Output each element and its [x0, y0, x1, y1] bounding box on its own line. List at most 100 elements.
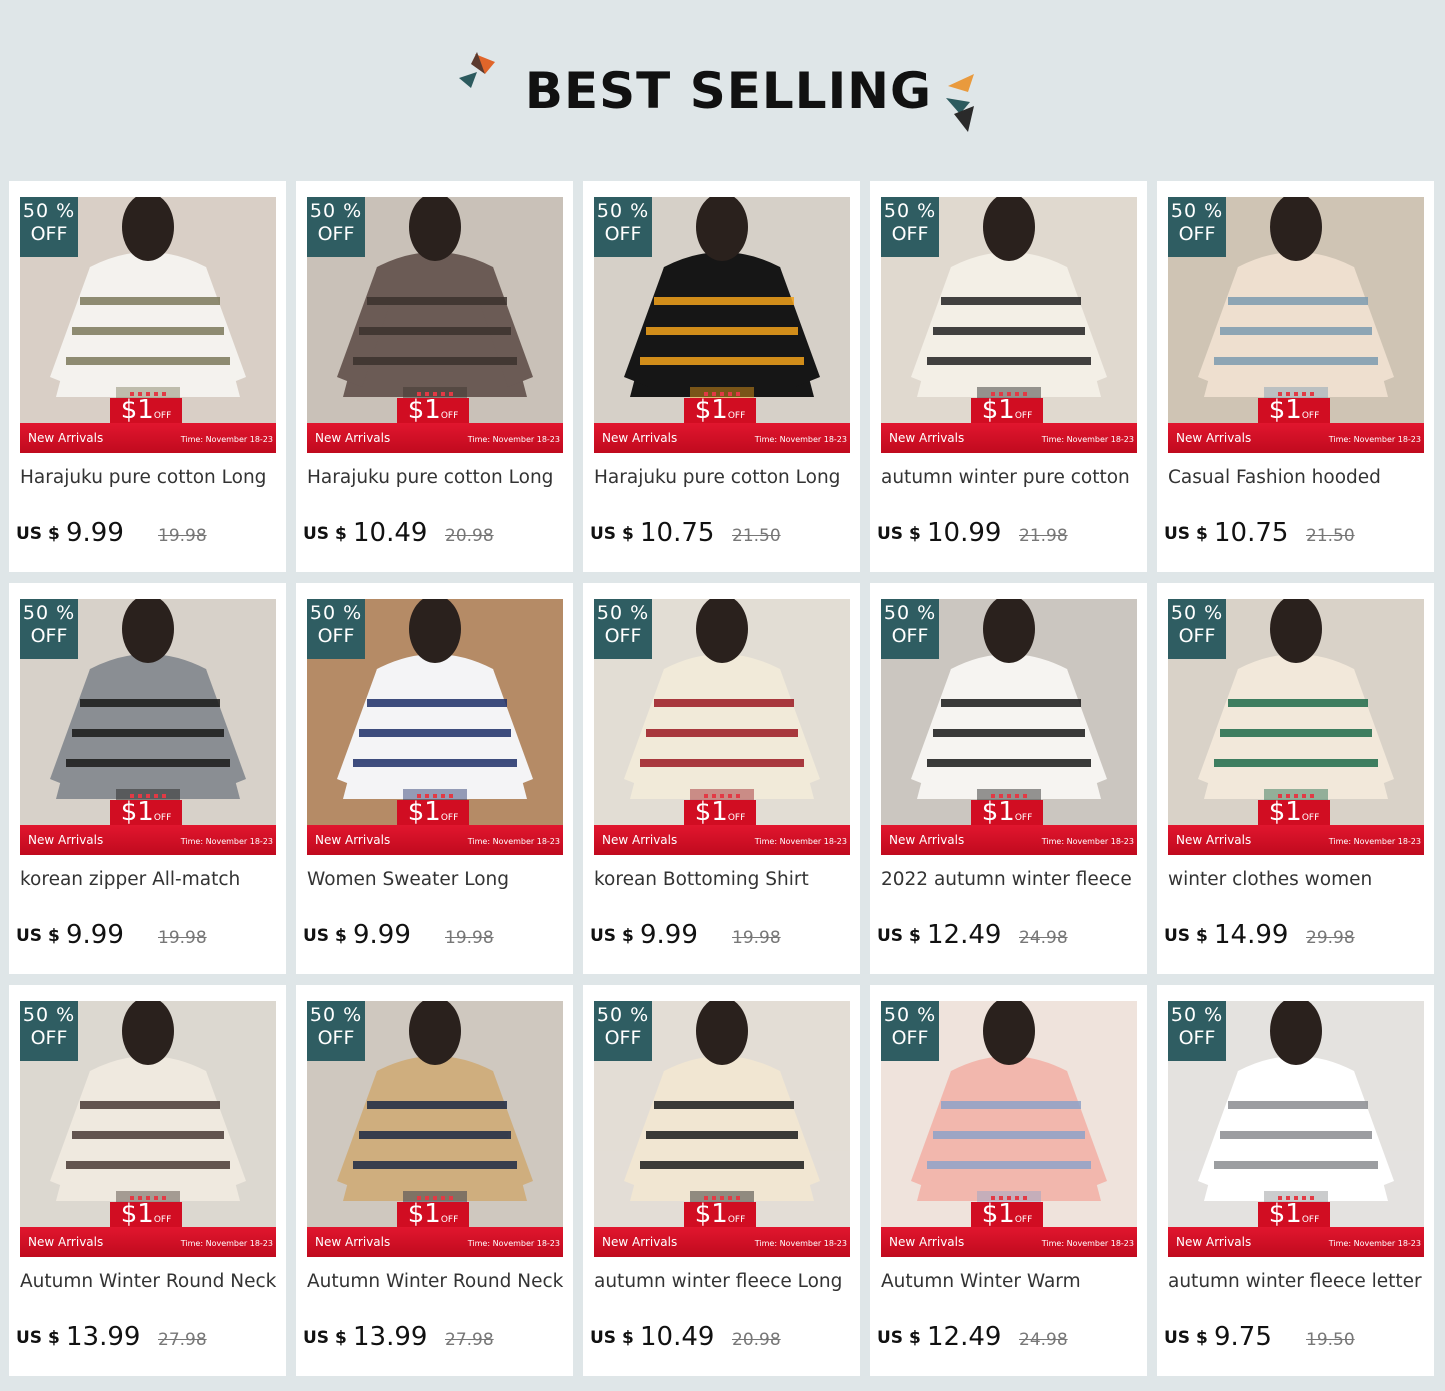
coupon-amount: $1OFF [407, 1199, 459, 1229]
discount-percent: 50 % [22, 1004, 76, 1026]
new-arrivals-banner: New Arrivals Time: November 18-23 [594, 423, 850, 453]
coupon-amount: $1OFF [407, 797, 459, 827]
banner-time: Time: November 18-23 [1041, 837, 1134, 846]
product-image[interactable]: 50 % OFF $1OFF New Arrivals Time: Novemb… [881, 599, 1137, 855]
discount-badge: 50 % OFF [881, 1001, 939, 1061]
discount-percent: 50 % [309, 1004, 363, 1026]
product-card[interactable]: 50 % OFF $1OFF New Arrivals Time: Novemb… [583, 583, 860, 974]
discount-badge: 50 % OFF [1168, 197, 1226, 257]
sale-price: 9.99 [353, 920, 411, 950]
discount-off-label: OFF [317, 1027, 355, 1049]
product-card[interactable]: 50 % OFF $1OFF New Arrivals Time: Novemb… [1157, 985, 1434, 1376]
original-price: 19.50 [1306, 1330, 1355, 1350]
sale-price: 9.99 [66, 518, 124, 548]
banner-label: New Arrivals [315, 833, 391, 847]
product-image[interactable]: 50 % OFF $1OFF New Arrivals Time: Novemb… [594, 197, 850, 453]
currency-label: US $ [590, 1328, 634, 1348]
banner-label: New Arrivals [602, 833, 678, 847]
product-card[interactable]: 50 % OFF $1OFF New Arrivals Time: Novemb… [9, 181, 286, 572]
product-title[interactable]: korean Bottoming Shirt [594, 869, 852, 893]
product-title[interactable]: Women Sweater Long [307, 869, 565, 893]
product-image[interactable]: 50 % OFF $1OFF New Arrivals Time: Novemb… [594, 1001, 850, 1257]
discount-badge: 50 % OFF [307, 1001, 365, 1061]
product-image[interactable]: 50 % OFF $1OFF New Arrivals Time: Novemb… [307, 1001, 563, 1257]
coupon-amount: $1OFF [694, 1199, 746, 1229]
currency-label: US $ [16, 926, 60, 946]
product-card[interactable]: 50 % OFF $1OFF New Arrivals Time: Novemb… [583, 181, 860, 572]
new-arrivals-banner: New Arrivals Time: November 18-23 [1168, 1227, 1424, 1257]
product-card[interactable]: 50 % OFF $1OFF New Arrivals Time: Novemb… [870, 583, 1147, 974]
discount-badge: 50 % OFF [307, 197, 365, 257]
new-arrivals-banner: New Arrivals Time: November 18-23 [20, 423, 276, 453]
currency-label: US $ [877, 926, 921, 946]
original-price: 21.50 [732, 526, 781, 546]
discount-badge: 50 % OFF [881, 599, 939, 659]
product-title[interactable]: winter clothes women [1168, 869, 1426, 893]
product-title[interactable]: Autumn Winter Warm [881, 1271, 1139, 1295]
banner-time: Time: November 18-23 [1328, 435, 1421, 444]
banner-label: New Arrivals [889, 431, 965, 445]
discount-off-label: OFF [891, 223, 929, 245]
page-header: BEST SELLING [0, 0, 1445, 175]
product-title[interactable]: autumn winter fleece letter [1168, 1271, 1426, 1295]
product-image[interactable]: 50 % OFF $1OFF New Arrivals Time: Novemb… [594, 599, 850, 855]
discount-percent: 50 % [1170, 1004, 1224, 1026]
product-title[interactable]: Autumn Winter Round Neck [307, 1271, 565, 1295]
discount-percent: 50 % [883, 200, 937, 222]
banner-label: New Arrivals [315, 431, 391, 445]
product-card[interactable]: 50 % OFF $1OFF New Arrivals Time: Novemb… [9, 583, 286, 974]
product-image[interactable]: 50 % OFF $1OFF New Arrivals Time: Novemb… [20, 1001, 276, 1257]
new-arrivals-banner: New Arrivals Time: November 18-23 [881, 825, 1137, 855]
product-card[interactable]: 50 % OFF $1OFF New Arrivals Time: Novemb… [870, 181, 1147, 572]
product-title[interactable]: 2022 autumn winter fleece [881, 869, 1139, 893]
banner-label: New Arrivals [602, 1235, 678, 1249]
sale-price: 10.49 [353, 518, 428, 548]
product-card[interactable]: 50 % OFF $1OFF New Arrivals Time: Novemb… [1157, 583, 1434, 974]
sale-price: 9.99 [640, 920, 698, 950]
discount-off-label: OFF [604, 625, 642, 647]
discount-badge: 50 % OFF [881, 197, 939, 257]
product-image[interactable]: 50 % OFF $1OFF New Arrivals Time: Novemb… [20, 197, 276, 453]
banner-time: Time: November 18-23 [1041, 1239, 1134, 1248]
coupon-amount: $1OFF [1268, 1199, 1320, 1229]
product-title[interactable]: Autumn Winter Round Neck [20, 1271, 278, 1295]
product-title[interactable]: korean zipper All-match [20, 869, 278, 893]
right-triangle-decoration [946, 74, 974, 132]
currency-label: US $ [1164, 524, 1208, 544]
coupon-amount: $1OFF [120, 1199, 172, 1229]
sale-price: 10.75 [1214, 518, 1289, 548]
product-image[interactable]: 50 % OFF $1OFF New Arrivals Time: Novemb… [881, 1001, 1137, 1257]
product-card[interactable]: 50 % OFF $1OFF New Arrivals Time: Novemb… [296, 583, 573, 974]
product-title[interactable]: Harajuku pure cotton Long [307, 467, 565, 491]
product-image[interactable]: 50 % OFF $1OFF New Arrivals Time: Novemb… [1168, 1001, 1424, 1257]
product-title[interactable]: Harajuku pure cotton Long [594, 467, 852, 491]
product-title[interactable]: autumn winter fleece Long [594, 1271, 852, 1295]
coupon-amount: $1OFF [981, 797, 1033, 827]
product-image[interactable]: 50 % OFF $1OFF New Arrivals Time: Novemb… [20, 599, 276, 855]
product-card[interactable]: 50 % OFF $1OFF New Arrivals Time: Novemb… [9, 985, 286, 1376]
product-image[interactable]: 50 % OFF $1OFF New Arrivals Time: Novemb… [1168, 599, 1424, 855]
discount-off-label: OFF [317, 223, 355, 245]
discount-badge: 50 % OFF [20, 197, 78, 257]
product-title[interactable]: Casual Fashion hooded [1168, 467, 1426, 491]
product-card[interactable]: 50 % OFF $1OFF New Arrivals Time: Novemb… [296, 181, 573, 572]
product-image[interactable]: 50 % OFF $1OFF New Arrivals Time: Novemb… [307, 197, 563, 453]
product-title[interactable]: autumn winter pure cotton [881, 467, 1139, 491]
coupon-amount: $1OFF [981, 1199, 1033, 1229]
currency-label: US $ [303, 926, 347, 946]
product-image[interactable]: 50 % OFF $1OFF New Arrivals Time: Novemb… [307, 599, 563, 855]
sale-price: 10.75 [640, 518, 715, 548]
banner-label: New Arrivals [1176, 833, 1252, 847]
new-arrivals-banner: New Arrivals Time: November 18-23 [1168, 825, 1424, 855]
product-card[interactable]: 50 % OFF $1OFF New Arrivals Time: Novemb… [296, 985, 573, 1376]
new-arrivals-banner: New Arrivals Time: November 18-23 [594, 1227, 850, 1257]
product-card[interactable]: 50 % OFF $1OFF New Arrivals Time: Novemb… [1157, 181, 1434, 572]
banner-time: Time: November 18-23 [754, 435, 847, 444]
product-card[interactable]: 50 % OFF $1OFF New Arrivals Time: Novemb… [870, 985, 1147, 1376]
product-card[interactable]: 50 % OFF $1OFF New Arrivals Time: Novemb… [583, 985, 860, 1376]
sale-price: 12.49 [927, 1322, 1002, 1352]
product-title[interactable]: Harajuku pure cotton Long [20, 467, 278, 491]
banner-label: New Arrivals [1176, 1235, 1252, 1249]
product-image[interactable]: 50 % OFF $1OFF New Arrivals Time: Novemb… [1168, 197, 1424, 453]
product-image[interactable]: 50 % OFF $1OFF New Arrivals Time: Novemb… [881, 197, 1137, 453]
